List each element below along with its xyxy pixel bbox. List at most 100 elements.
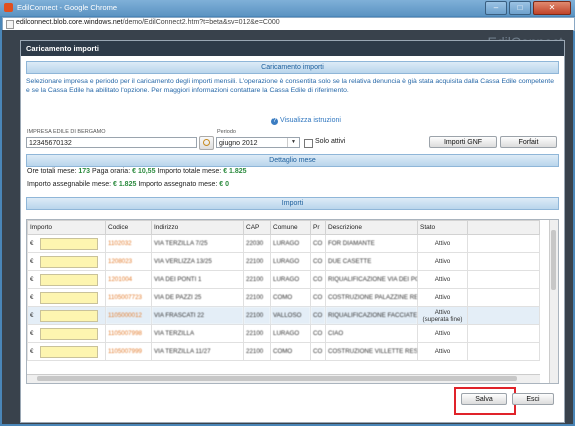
importo-input[interactable] (40, 255, 98, 268)
close-window-button[interactable]: ✕ (533, 1, 571, 15)
col-header-cap[interactable]: CAP (243, 220, 271, 235)
importo-assegnato-label: Importo assegnato mese: (138, 181, 218, 188)
importo-input[interactable] (40, 327, 98, 340)
table-header-row: Importo Codice Indirizzo CAP Comune Pr D… (27, 220, 540, 235)
cap-cell: 22100 (243, 342, 271, 361)
codice-cell: 1208023 (105, 252, 152, 271)
stato-cell: Attivo (417, 234, 468, 253)
vertical-scrollbar[interactable] (549, 220, 558, 383)
indirizzo-cell: VIA TERZILLA 11/27 (151, 342, 244, 361)
importo-input[interactable] (40, 273, 98, 286)
codice-cell: 1105007999 (105, 342, 152, 361)
periodo-label: Periodo (217, 129, 236, 135)
descrizione-cell: DUE CASETTE (325, 252, 418, 271)
currency-symbol: € (30, 312, 34, 320)
importo-assegnato-value: € 0 (219, 181, 229, 188)
stats-line-2: Importo assegnabile mese: € 1.825 Import… (27, 181, 229, 188)
descrizione-cell: COSTRUZIONE VILLETTE RESIDENZIALI (325, 342, 418, 361)
importo-assegnabile-label: Importo assegnabile mese: (27, 181, 112, 188)
codice-cell: 1105000012 (105, 306, 152, 325)
stato-text: Attivo (434, 308, 451, 316)
filler-cell (467, 288, 540, 307)
browser-window: EdilConnect - Google Chrome – □ ✕ edilco… (0, 0, 575, 426)
importi-grid: Importo Codice Indirizzo CAP Comune Pr D… (26, 219, 559, 384)
salva-button[interactable]: Salva (461, 393, 507, 405)
col-header-pr[interactable]: Pr (310, 220, 326, 235)
col-header-comune[interactable]: Comune (270, 220, 311, 235)
col-header-filler (467, 220, 540, 235)
pr-cell: CO (310, 306, 326, 325)
table-row[interactable]: € 1105007998 VIA TERZILLA 22100 LURAGO C… (27, 324, 540, 343)
codice-cell: 1201004 (105, 270, 152, 289)
currency-symbol: € (30, 258, 34, 266)
table-row[interactable]: € 1208023 VIA VERLIZZA 13/25 22100 LURAG… (27, 252, 540, 271)
codice-cell: 1105007998 (105, 324, 152, 343)
dialog-title: Caricamento importi (21, 41, 564, 56)
table-row[interactable]: € 1105007723 VIA DE PAZZI 25 22100 COMO … (27, 288, 540, 307)
table-row[interactable]: € 1105000012 VIA FRASCATI 22 22100 VALLO… (27, 306, 540, 325)
periodo-value: giugno 2012 (219, 140, 258, 147)
horizontal-scroll-thumb[interactable] (37, 376, 517, 381)
col-header-indirizzo[interactable]: Indirizzo (151, 220, 244, 235)
pr-cell: CO (310, 234, 326, 253)
pr-cell: CO (310, 342, 326, 361)
url-text[interactable]: edilconnect.blob.core.windows.net/demo/E… (16, 19, 280, 26)
solo-attivi-label: Solo attivi (315, 138, 346, 145)
section-dettaglio-mese: Dettaglio mese (26, 154, 559, 167)
descrizione-cell: RIQUALIFICAZIONE FACCIATE (325, 306, 418, 325)
comune-cell: LURAGO (270, 234, 311, 253)
page-icon (6, 20, 14, 29)
comune-cell: LURAGO (270, 324, 311, 343)
horizontal-scrollbar[interactable] (27, 374, 540, 383)
col-header-importo[interactable]: Importo (27, 220, 106, 235)
section-importi: Importi (26, 197, 559, 210)
table-row[interactable]: € 1201004 VIA DEI PONTI 1 22100 LURAGO C… (27, 270, 540, 289)
solo-attivi-checkbox[interactable] (304, 139, 313, 148)
forfait-button[interactable]: Forfait (500, 136, 557, 148)
dialog-body: Caricamento importi Selezionare impresa … (26, 61, 559, 95)
importo-input[interactable] (40, 291, 98, 304)
minimize-button[interactable]: – (485, 1, 507, 15)
comune-cell: LURAGO (270, 270, 311, 289)
importo-assegnabile-value: € 1.825 (113, 181, 137, 188)
stats-line-1: Ore totali mese: 173 Paga oraria: € 10,5… (27, 168, 247, 175)
istruzioni-link-label[interactable]: Visualizza istruzioni (280, 117, 341, 124)
filler-cell (467, 324, 540, 343)
impresa-input[interactable]: 12345670132 (26, 137, 197, 148)
col-header-descrizione[interactable]: Descrizione (325, 220, 418, 235)
stato-cell: Attivo (superata fine) (417, 306, 468, 325)
comune-cell: COMO (270, 342, 311, 361)
search-impresa-button[interactable] (199, 136, 214, 150)
chrome-app-icon (4, 3, 13, 12)
address-bar[interactable]: edilconnect.blob.core.windows.net/demo/E… (2, 17, 575, 31)
col-header-stato[interactable]: Stato (417, 220, 468, 235)
importo-input[interactable] (40, 309, 98, 322)
periodo-select[interactable]: giugno 2012 ▼ (216, 137, 300, 148)
comune-cell: LURAGO (270, 252, 311, 271)
filler-cell (467, 252, 540, 271)
stato-cell: Attivo (417, 270, 468, 289)
indirizzo-cell: VIA FRASCATI 22 (151, 306, 244, 325)
col-header-codice[interactable]: Codice (105, 220, 152, 235)
comune-cell: COMO (270, 288, 311, 307)
importo-input[interactable] (40, 345, 98, 358)
importi-gnf-button[interactable]: Importi GNF (429, 136, 497, 148)
istruzioni-link[interactable]: ? Visualizza istruzioni (271, 117, 341, 125)
maximize-button[interactable]: □ (509, 1, 531, 15)
cap-cell: 22100 (243, 252, 271, 271)
table-row[interactable]: € 1102032 VIA TERZILLA 7/25 22030 LURAGO… (27, 234, 540, 253)
table-row[interactable]: € 1105007999 VIA TERZILLA 11/27 22100 CO… (27, 342, 540, 361)
descrizione-cell: COSTRUZIONE PALAZZINE RESIDENZIALI (325, 288, 418, 307)
chevron-down-icon: ▼ (287, 138, 299, 147)
indirizzo-cell: VIA TERZILLA 7/25 (151, 234, 244, 253)
importo-totale-value: € 1.825 (223, 168, 247, 175)
indirizzo-cell: VIA VERLIZZA 13/25 (151, 252, 244, 271)
help-icon: ? (271, 118, 278, 125)
indirizzo-cell: VIA TERZILLA (151, 324, 244, 343)
title-bar: EdilConnect - Google Chrome – □ ✕ (0, 0, 575, 16)
vertical-scroll-thumb[interactable] (551, 230, 556, 290)
window-controls: – □ ✕ (485, 1, 571, 15)
search-icon (203, 139, 210, 146)
importo-input[interactable] (40, 237, 98, 250)
esci-button[interactable]: Esci (512, 393, 554, 405)
